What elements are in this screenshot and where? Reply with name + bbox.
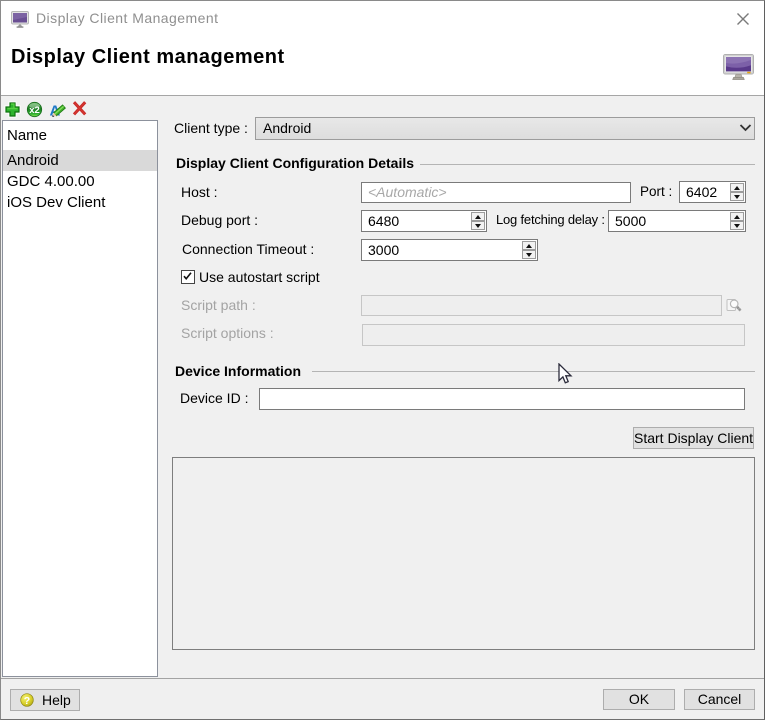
svg-text:?: ? bbox=[24, 695, 30, 707]
svg-text:x2: x2 bbox=[29, 105, 40, 116]
